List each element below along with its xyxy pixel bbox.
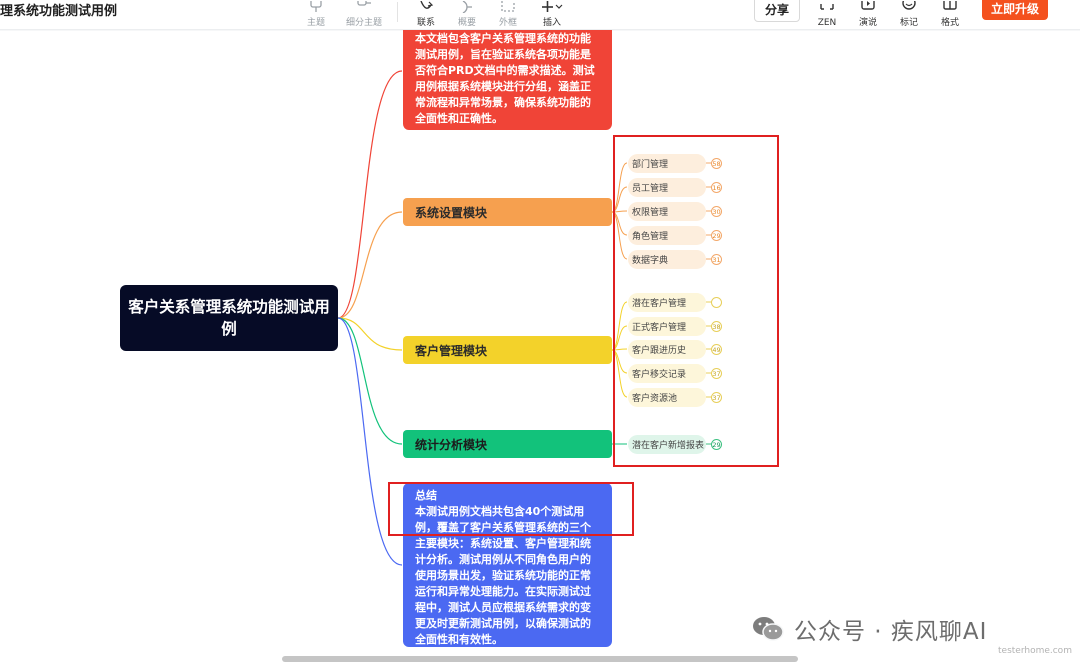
leaf-count-badge[interactable]: [711, 297, 722, 308]
topic-icon: [308, 1, 324, 13]
wechat-icon: [753, 617, 784, 641]
leaf-potential-customer-mgmt[interactable]: 潜在客户管理: [628, 293, 706, 312]
format-panel-tool[interactable]: 格式: [928, 0, 972, 28]
leaf-data-dictionary[interactable]: 数据字典: [628, 250, 706, 269]
boundary-tool-label: 外框: [498, 18, 517, 28]
leaf-count-badge[interactable]: 29: [711, 230, 722, 241]
summary-tool-label: 概要: [457, 18, 476, 28]
summary-body: 本测试用例文档共包含40个测试用例，覆盖了客户关系管理系统的三个主要模块：系统设…: [415, 505, 591, 646]
relation-tool[interactable]: 联系: [404, 0, 448, 28]
insert-tool[interactable]: 插入: [530, 0, 574, 28]
leaf-count-badge[interactable]: 31: [711, 254, 722, 265]
leaf-role-mgmt[interactable]: 角色管理: [628, 226, 706, 245]
format-panel-label: 格式: [940, 18, 959, 28]
top-toolbar: 理系统功能测试用例 主题 细分主题 联系 概要 外框 插入 分享 ZEN 演说 …: [0, 0, 1080, 30]
topic-tool[interactable]: 主题: [294, 0, 338, 28]
summary-topic[interactable]: 总结 本测试用例文档共包含40个测试用例，覆盖了客户关系管理系统的三个主要模块：…: [403, 483, 612, 647]
presentation-tool[interactable]: 演说: [846, 0, 890, 28]
format-panel-icon: [942, 1, 958, 13]
root-topic[interactable]: 客户关系管理系统功能测试用例: [120, 285, 338, 351]
leaf-count-badge[interactable]: 37: [711, 392, 722, 403]
relation-tool-label: 联系: [416, 18, 435, 28]
leaf-department-mgmt[interactable]: 部门管理: [628, 154, 706, 173]
leaf-count-badge[interactable]: 29: [711, 439, 722, 450]
presentation-icon: [860, 1, 876, 13]
topic-tool-label: 主题: [306, 18, 325, 28]
subtopic-tool[interactable]: 细分主题: [342, 0, 386, 28]
insert-plus-icon: [541, 1, 563, 13]
sticker-icon: [901, 1, 917, 13]
leaf-transfer-records[interactable]: 客户移交记录: [628, 364, 706, 383]
summary-icon: [459, 1, 475, 13]
watermark: 公众号 · 疾风聊AI: [752, 612, 987, 646]
watermark-text: 公众号 · 疾风聊AI: [794, 619, 988, 645]
leaf-count-badge[interactable]: 49: [711, 344, 722, 355]
sticker-label: 标记: [899, 18, 918, 28]
toolbar-divider: [397, 2, 398, 22]
document-title[interactable]: 理系统功能测试用例: [0, 0, 117, 19]
leaf-count-badge[interactable]: 37: [711, 368, 722, 379]
upgrade-button[interactable]: 立即升级: [982, 0, 1048, 20]
leaf-new-customer-report[interactable]: 潜在客户新增报表: [628, 435, 706, 454]
subtopic-icon: [356, 1, 372, 13]
branch-customer-management[interactable]: 客户管理模块: [403, 336, 612, 364]
relation-icon: [418, 1, 434, 13]
leaf-count-badge[interactable]: 16: [711, 182, 722, 193]
zen-mode-tool[interactable]: ZEN: [805, 0, 849, 28]
horizontal-scrollbar[interactable]: [0, 654, 1080, 664]
zen-mode-label: ZEN: [817, 18, 837, 28]
leaf-employee-mgmt[interactable]: 员工管理: [628, 178, 706, 197]
insert-tool-label: 插入: [542, 18, 561, 28]
share-button[interactable]: 分享: [754, 0, 800, 22]
boundary-icon: [500, 1, 516, 13]
scrollbar-thumb[interactable]: [282, 656, 798, 662]
sticker-tool[interactable]: 标记: [887, 0, 931, 28]
intro-topic[interactable]: 本文档包含客户关系管理系统的功能测试用例，旨在验证系统各项功能是否符合PRD文档…: [403, 30, 612, 130]
leaf-formal-customer-mgmt[interactable]: 正式客户管理: [628, 317, 706, 336]
branch-system-settings[interactable]: 系统设置模块: [403, 198, 612, 226]
leaf-count-badge[interactable]: 30: [711, 206, 722, 217]
leaf-permission-mgmt[interactable]: 权限管理: [628, 202, 706, 221]
zen-icon: [819, 4, 835, 16]
leaf-resource-pool[interactable]: 客户资源池: [628, 388, 706, 407]
summary-title: 总结: [415, 489, 437, 502]
boundary-tool[interactable]: 外框: [486, 0, 530, 28]
branch-statistics[interactable]: 统计分析模块: [403, 430, 612, 458]
subtopic-tool-label: 细分主题: [345, 18, 382, 28]
leaf-followup-history[interactable]: 客户跟进历史: [628, 340, 706, 359]
leaf-count-badge[interactable]: 58: [711, 158, 722, 169]
leaf-count-badge[interactable]: 38: [711, 321, 722, 332]
summary-tool[interactable]: 概要: [445, 0, 489, 28]
presentation-label: 演说: [858, 18, 877, 28]
